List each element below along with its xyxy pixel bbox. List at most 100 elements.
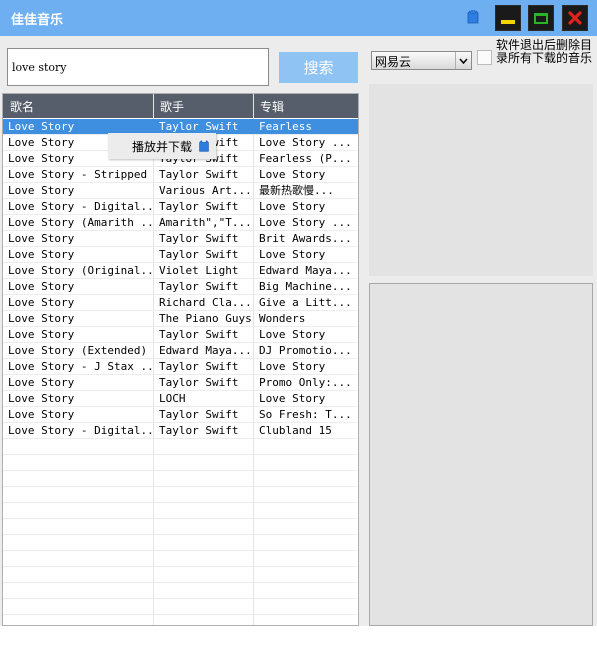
table-row[interactable]: Love Story (Extended) Edward Maya... DJ Pr… bbox=[3, 343, 358, 359]
album-cell: Love Story bbox=[259, 168, 326, 181]
search-input[interactable] bbox=[7, 48, 269, 86]
table-row[interactable] bbox=[3, 503, 358, 519]
song-title-cell: Love Story - Digital... bbox=[8, 200, 153, 213]
song-title-cell: Love Story bbox=[8, 392, 75, 405]
artist-cell: Taylor Swift bbox=[159, 168, 239, 181]
table-header: 歌名 歌手 专辑 bbox=[3, 94, 358, 118]
table-row[interactable]: Love Story - J Stax ... Taylor Swift Love … bbox=[3, 359, 358, 375]
table-row[interactable]: Love Story - Digital... Taylor Swift Clubl… bbox=[3, 423, 358, 439]
artist-cell: LOCH bbox=[159, 392, 186, 405]
album-cell: Wonders bbox=[259, 312, 306, 325]
album-cell: So Fresh: T... bbox=[259, 408, 352, 421]
shirt-icon[interactable] bbox=[465, 9, 481, 25]
title-bar: 佳佳音乐 bbox=[0, 0, 597, 36]
artist-cell: Violet Light bbox=[159, 264, 239, 277]
table-row[interactable] bbox=[3, 519, 358, 535]
artist-cell: Taylor Swift bbox=[159, 424, 239, 437]
table-row[interactable]: Love Story - Digital... Taylor Swift Love … bbox=[3, 199, 358, 215]
column-header-album[interactable]: 专辑 bbox=[260, 98, 284, 115]
table-row[interactable]: Love Story (Amarith ... Amarith","T... Lov… bbox=[3, 215, 358, 231]
source-select[interactable]: 网易云 bbox=[371, 51, 472, 70]
table-row[interactable]: Love Story (Original... Violet Light Edwar… bbox=[3, 263, 358, 279]
table-row[interactable]: Love Story Taylor Swift So Fresh: T... bbox=[3, 407, 358, 423]
song-title-cell: Love Story bbox=[8, 376, 75, 389]
album-cell: Love Story ... bbox=[259, 216, 352, 229]
song-title-cell: Love Story (Amarith ... bbox=[8, 216, 153, 229]
table-row[interactable]: Love Story Taylor Swift Love Story bbox=[3, 327, 358, 343]
table-row[interactable]: Love Story Richard Cla... Give a Litt... bbox=[3, 295, 358, 311]
album-cell: Love Story bbox=[259, 200, 326, 213]
song-title-cell: Love Story bbox=[8, 312, 75, 325]
song-title-cell: Love Story (Original... bbox=[8, 264, 153, 277]
song-title-cell: Love Story bbox=[8, 296, 75, 309]
table-row[interactable] bbox=[3, 487, 358, 503]
album-cell: Fearless bbox=[259, 120, 312, 133]
table-row[interactable] bbox=[3, 567, 358, 583]
artist-cell: Amarith","T... bbox=[159, 216, 252, 229]
minimize-button[interactable] bbox=[495, 5, 521, 31]
artist-cell: Taylor Swift bbox=[159, 120, 239, 133]
table-row[interactable] bbox=[3, 455, 358, 471]
song-title-cell: Love Story bbox=[8, 184, 75, 197]
song-table: 歌名 歌手 专辑 Love Story Taylor Swift Fearless L… bbox=[2, 93, 359, 626]
table-row[interactable]: Love Story Taylor Swift Big Machine... bbox=[3, 279, 358, 295]
song-title-cell: Love Story bbox=[8, 120, 75, 133]
song-title-cell: Love Story - Digital... bbox=[8, 424, 153, 437]
artist-cell: Taylor Swift bbox=[159, 280, 239, 293]
album-cell: Brit Awards... bbox=[259, 232, 352, 245]
close-icon bbox=[568, 11, 582, 25]
column-header-artist[interactable]: 歌手 bbox=[160, 98, 184, 115]
album-cell: Love Story ... bbox=[259, 136, 352, 149]
table-row[interactable]: Love Story The Piano Guys Wonders bbox=[3, 311, 358, 327]
delete-on-exit-label: 软件退出后删除目录所有下载的音乐 bbox=[496, 38, 593, 65]
album-cell: 最新热歌慢... bbox=[259, 184, 334, 197]
table-row[interactable]: Love Story Various Art... 最新热歌慢... bbox=[3, 183, 358, 199]
table-body: Love Story Taylor Swift Fearless Love Story… bbox=[3, 119, 358, 625]
artist-cell: Taylor Swift bbox=[159, 328, 239, 341]
song-title-cell: Love Story bbox=[8, 280, 75, 293]
lyrics-panel bbox=[369, 283, 593, 626]
table-row[interactable] bbox=[3, 471, 358, 487]
close-button[interactable] bbox=[562, 5, 588, 31]
table-row[interactable]: Love Story Taylor Swift Love Story bbox=[3, 247, 358, 263]
table-row[interactable] bbox=[3, 551, 358, 567]
song-title-cell: Love Story bbox=[8, 232, 75, 245]
table-row[interactable]: Love Story LOCH Love Story bbox=[3, 391, 358, 407]
shirt-cursor-icon bbox=[199, 140, 209, 152]
song-title-cell: Love Story - J Stax ... bbox=[8, 360, 153, 373]
artist-cell: The Piano Guys bbox=[159, 312, 252, 325]
album-cell: Love Story bbox=[259, 248, 326, 261]
maximize-icon bbox=[534, 12, 548, 24]
search-button[interactable]: 搜索 bbox=[279, 52, 358, 83]
artist-cell: Taylor Swift bbox=[159, 200, 239, 213]
menu-item-play-download[interactable]: 播放并下载 bbox=[132, 138, 192, 155]
chevron-down-icon[interactable] bbox=[455, 52, 471, 69]
album-cell: Clubland 15 bbox=[259, 424, 332, 437]
album-cell: Love Story bbox=[259, 392, 326, 405]
table-row[interactable] bbox=[3, 439, 358, 455]
table-row[interactable]: Love Story Taylor Swift Brit Awards... bbox=[3, 231, 358, 247]
album-cell: Edward Maya... bbox=[259, 264, 352, 277]
album-cell: Give a Litt... bbox=[259, 296, 352, 309]
artist-cell: Edward Maya... bbox=[159, 344, 252, 357]
minimize-icon bbox=[501, 20, 515, 24]
table-row[interactable] bbox=[3, 583, 358, 599]
table-row[interactable] bbox=[3, 535, 358, 551]
maximize-button[interactable] bbox=[528, 5, 554, 31]
source-select-value: 网易云 bbox=[375, 55, 412, 69]
table-row[interactable] bbox=[3, 615, 358, 625]
app-title: 佳佳音乐 bbox=[11, 13, 64, 28]
column-header-title[interactable]: 歌名 bbox=[10, 98, 34, 115]
table-row[interactable] bbox=[3, 599, 358, 615]
song-title-cell: Love Story (Extended) bbox=[8, 344, 148, 357]
artist-cell: Taylor Swift bbox=[159, 248, 239, 261]
artist-cell: Taylor Swift bbox=[159, 408, 239, 421]
table-row[interactable]: Love Story Taylor Swift Promo Only:... bbox=[3, 375, 358, 391]
artist-cell: Taylor Swift bbox=[159, 360, 239, 373]
album-cell: Love Story bbox=[259, 360, 326, 373]
artist-cell: Various Art... bbox=[159, 184, 252, 197]
song-title-cell: Love Story bbox=[8, 248, 75, 261]
delete-on-exit-checkbox[interactable] bbox=[477, 50, 492, 65]
table-row[interactable]: Love Story - Stripped Taylor Swift Love St… bbox=[3, 167, 358, 183]
song-title-cell: Love Story bbox=[8, 408, 75, 421]
